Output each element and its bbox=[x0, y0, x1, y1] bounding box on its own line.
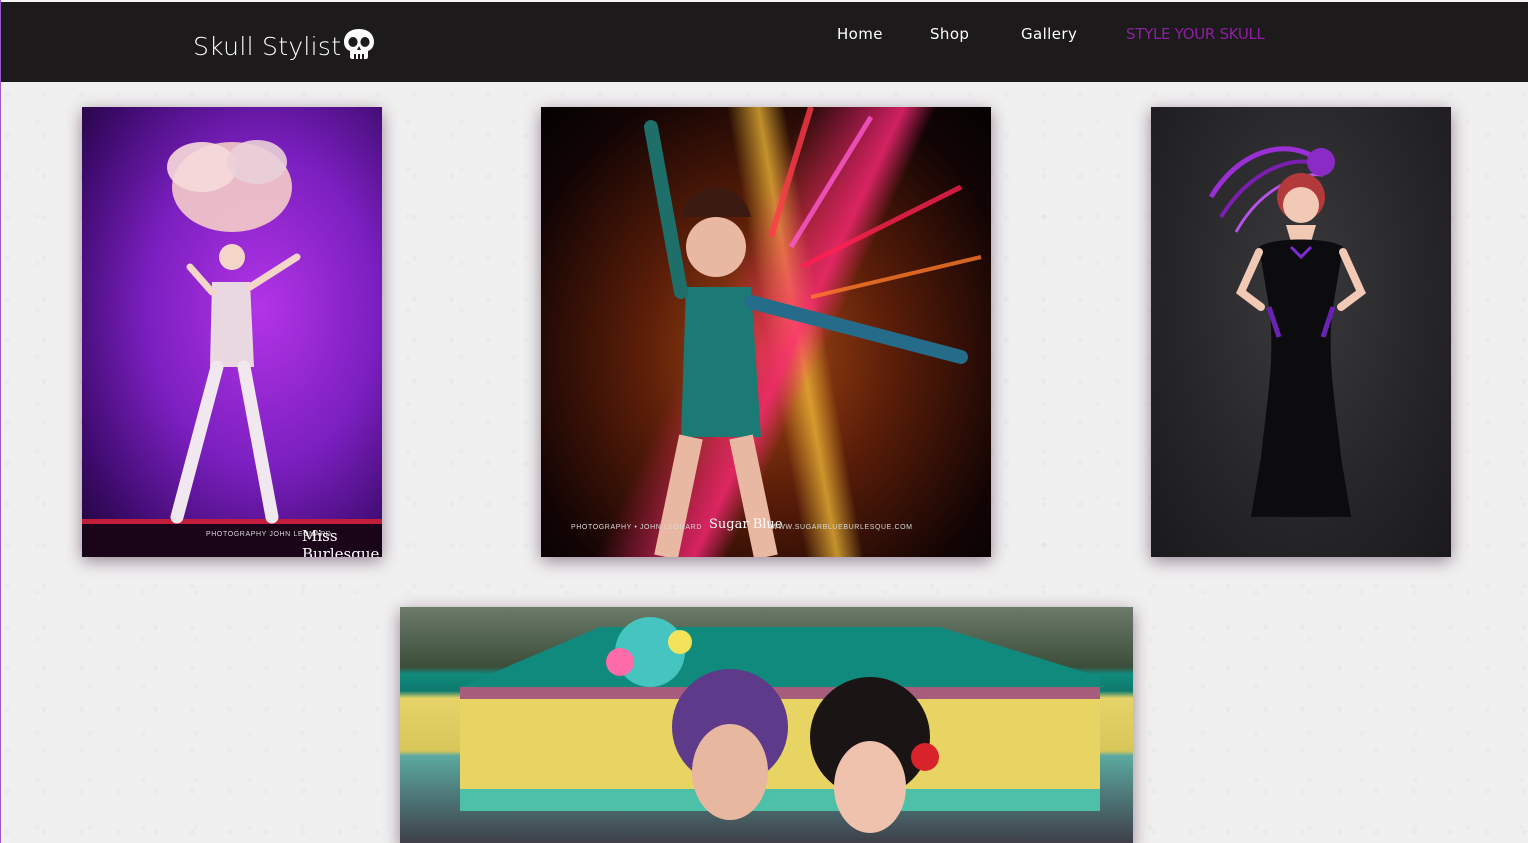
nav-shop[interactable]: Shop bbox=[930, 25, 969, 43]
nav-home[interactable]: Home bbox=[837, 25, 883, 43]
gallery-photo-black-dress[interactable] bbox=[1151, 107, 1451, 557]
performer-figure bbox=[644, 107, 982, 557]
logo-text: Skull Stylist bbox=[193, 31, 342, 61]
gallery-photo-light-streaks[interactable]: PHOTOGRAPHY • JOHN LEONARD Sugar Blue WW… bbox=[541, 107, 991, 557]
nav-style-your-skull[interactable]: STYLE YOUR SKULL bbox=[1126, 25, 1265, 43]
skull-icon bbox=[344, 29, 375, 59]
photo-watermark: Miss Burlesque bbox=[302, 527, 380, 557]
event-scene bbox=[460, 617, 1100, 833]
gallery-photo-stage-performer[interactable]: PHOTOGRAPHY JOHN LEONARD Miss Burlesque bbox=[82, 107, 382, 557]
model-figure bbox=[1208, 146, 1366, 517]
gallery-photo-tiki-event[interactable] bbox=[400, 607, 1133, 843]
photo-credit: PHOTOGRAPHY • JOHN LEONARD bbox=[571, 524, 702, 531]
performer-figure bbox=[82, 140, 382, 557]
site-logo[interactable]: Skull Stylist bbox=[193, 26, 376, 66]
site-header: Skull Stylist Home Shop Gallery STYLE YO… bbox=[1, 0, 1528, 82]
photo-url: WWW.SUGARBLUEBURLESQUE.COM bbox=[771, 524, 913, 531]
nav-gallery[interactable]: Gallery bbox=[1021, 25, 1077, 43]
